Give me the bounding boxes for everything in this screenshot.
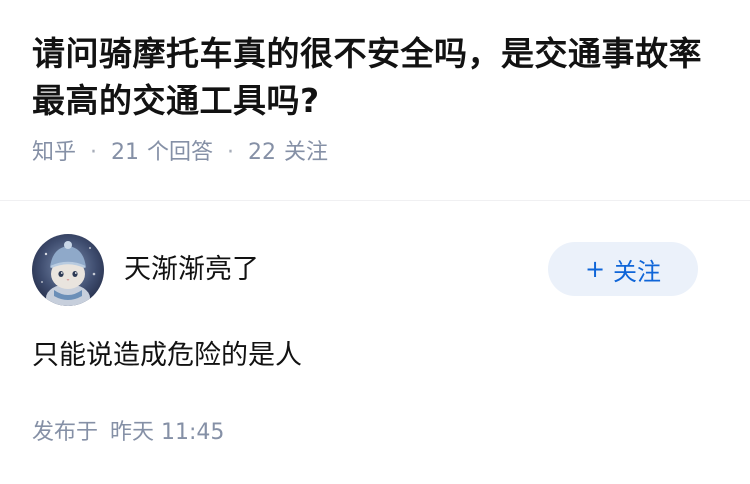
answer-content[interactable]: 只能说造成危险的是人 [32, 336, 302, 376]
cat-avatar-icon [32, 234, 104, 306]
meta-separator: · [227, 140, 235, 165]
answer-count: 21 [111, 140, 140, 165]
time-prefix: 发布于 [32, 420, 99, 445]
question-title[interactable]: 请问骑摩托车真的很不安全吗，是交通事故率最高的交通工具吗? [32, 30, 722, 124]
author-name[interactable]: 天渐渐亮了 [124, 252, 259, 288]
answer-timestamp: 发布于 昨天 11:45 [32, 418, 224, 448]
answer-count-label: 个回答 [147, 140, 214, 165]
question-meta: 知乎 · 21 个回答 · 22 关注 [32, 138, 722, 168]
avatar[interactable] [32, 234, 104, 306]
meta-separator: · [90, 140, 98, 165]
follow-button[interactable]: + 关注 [548, 242, 698, 296]
answer-author-row: 天渐渐亮了 + 关注 [32, 234, 698, 306]
follower-count-link[interactable]: 22 关注 [248, 138, 328, 168]
plus-icon: + [584, 255, 606, 283]
time-value: 昨天 11:45 [110, 420, 225, 445]
answer-count-link[interactable]: 21 个回答 [111, 138, 213, 168]
section-divider [0, 200, 750, 201]
follower-count: 22 [248, 140, 277, 165]
source-label[interactable]: 知乎 [32, 138, 76, 168]
follow-button-label: 关注 [613, 257, 662, 286]
follower-count-label: 关注 [284, 140, 329, 165]
question-header: 请问骑摩托车真的很不安全吗，是交通事故率最高的交通工具吗? 知乎 · 21 个回答… [32, 30, 722, 168]
